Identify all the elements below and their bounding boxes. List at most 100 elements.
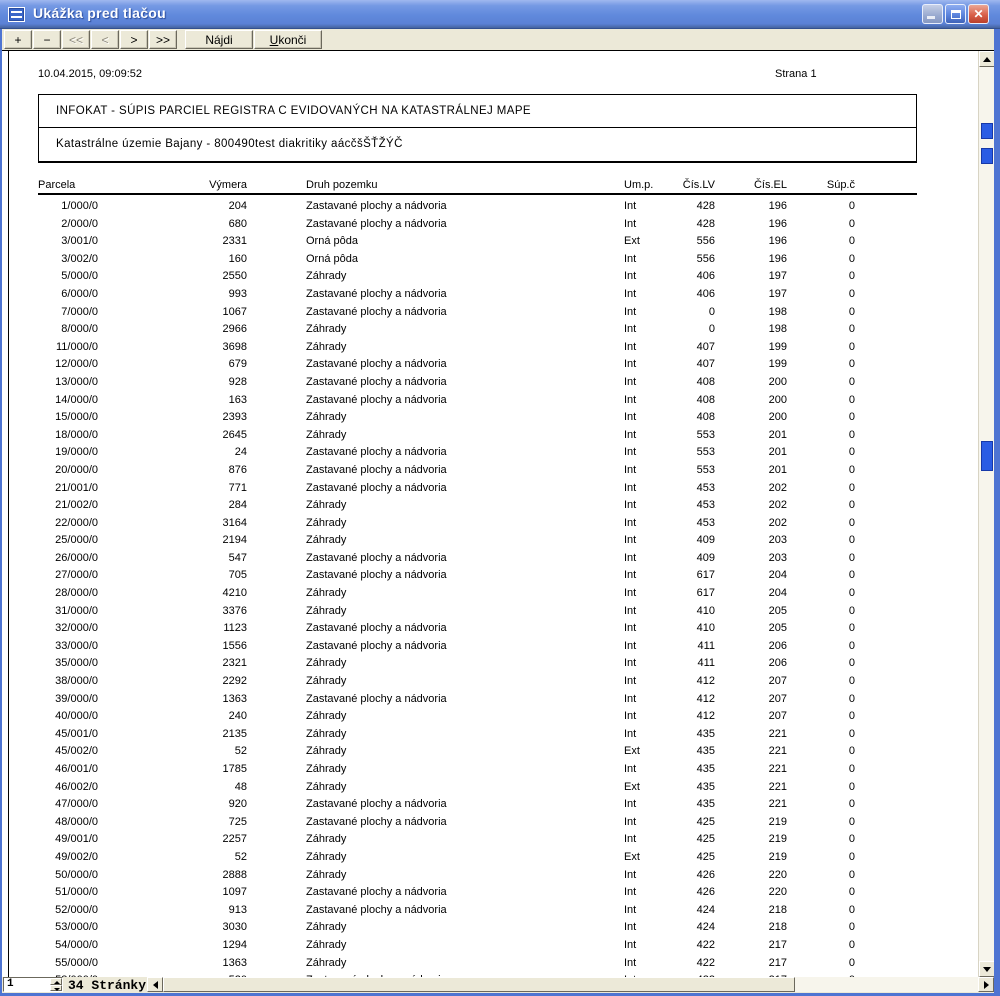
cell: Int	[624, 814, 669, 832]
table-row: 14/000/0163Zastavané plochy a nádvoriaIn…	[9, 392, 978, 410]
cell: 221	[739, 726, 787, 744]
cell: Záhrady	[306, 427, 626, 445]
cell: 2888	[137, 867, 247, 885]
horizontal-scrollbar[interactable]	[147, 977, 994, 992]
vertical-scrollbar[interactable]	[978, 51, 994, 977]
cell: 425	[667, 831, 715, 849]
scroll-down-button[interactable]	[979, 961, 995, 977]
cell: Zastavané plochy a nádvoria	[306, 198, 626, 216]
zoom-out-button[interactable]: −	[33, 30, 61, 49]
cell: 435	[667, 779, 715, 797]
report-page: 10.04.2015, 09:09:52 Strana 1 INFOKAT - …	[8, 51, 978, 977]
cell: 221	[739, 779, 787, 797]
cell: 46/001/0	[28, 761, 98, 779]
cell: Ext	[624, 743, 669, 761]
table-row: 46/002/048ZáhradyExt4352210	[9, 779, 978, 797]
cell: 201	[739, 427, 787, 445]
cell: 1123	[137, 620, 247, 638]
table-row: 22/000/03164ZáhradyInt4532020	[9, 515, 978, 533]
scroll-left-button[interactable]	[147, 977, 163, 992]
zoom-in-button[interactable]: +	[4, 30, 32, 49]
cell: 40/000/0	[28, 708, 98, 726]
cell: 426	[667, 884, 715, 902]
cell: 46/002/0	[28, 779, 98, 797]
cell: 410	[667, 603, 715, 621]
cell: Int	[624, 409, 669, 427]
table-row: 5/000/02550ZáhradyInt4061970	[9, 268, 978, 286]
cell: 0	[815, 304, 855, 322]
cell: 409	[667, 550, 715, 568]
cell: Int	[624, 567, 669, 585]
cell: 428	[667, 216, 715, 234]
spin-down-button[interactable]	[50, 985, 62, 992]
next-page-button[interactable]: >	[120, 30, 148, 49]
cell: 0	[815, 884, 855, 902]
cell: 218	[739, 902, 787, 920]
titlebar[interactable]: Ukážka pred tlačou ✕	[0, 0, 1000, 29]
cell: 12/000/0	[28, 356, 98, 374]
cell: Int	[624, 655, 669, 673]
cell: 3698	[137, 339, 247, 357]
cell: 0	[815, 603, 855, 621]
cell: 45/001/0	[28, 726, 98, 744]
report-title: INFOKAT - SÚPIS PARCIEL REGISTRA C EVIDO…	[39, 95, 916, 128]
cell: 2292	[137, 673, 247, 691]
cell: Int	[624, 708, 669, 726]
cell: 1363	[137, 955, 247, 973]
cell: 435	[667, 796, 715, 814]
cell: 0	[815, 691, 855, 709]
cell: 409	[667, 532, 715, 550]
cell: Int	[624, 620, 669, 638]
table-row: 35/000/02321ZáhradyInt4112060	[9, 655, 978, 673]
cell: 3/001/0	[28, 233, 98, 251]
cell: Ext	[624, 849, 669, 867]
close-button[interactable]: ✕	[968, 4, 989, 24]
cell: 219	[739, 849, 787, 867]
table-row: 39/000/01363Zastavané plochy a nádvoriaI…	[9, 691, 978, 709]
table-row: 55/000/01363ZáhradyInt4222170	[9, 955, 978, 973]
scroll-right-button[interactable]	[978, 977, 994, 992]
cell: 160	[137, 251, 247, 269]
prev-page-button: <	[91, 30, 119, 49]
cell: 0	[815, 198, 855, 216]
cell: Ext	[624, 779, 669, 797]
cell: Zastavané plochy a nádvoria	[306, 462, 626, 480]
cell: 202	[739, 515, 787, 533]
table-row: 15/000/02393ZáhradyInt4082000	[9, 409, 978, 427]
table-row: 2/000/0680Zastavané plochy a nádvoriaInt…	[9, 216, 978, 234]
cell: 13/000/0	[28, 374, 98, 392]
cell: 428	[667, 198, 715, 216]
cell: 218	[739, 919, 787, 937]
cell: 1294	[137, 937, 247, 955]
cell: 200	[739, 392, 787, 410]
quit-button[interactable]: Ukonči	[254, 30, 322, 49]
cell: 617	[667, 585, 715, 603]
column-header: Čís.LV	[667, 179, 715, 192]
cell: Záhrady	[306, 761, 626, 779]
find-button[interactable]: Nájdi	[185, 30, 253, 49]
cell: 219	[739, 814, 787, 832]
cell: Int	[624, 761, 669, 779]
page-number-input[interactable]: 1	[3, 977, 63, 992]
cell: Zastavané plochy a nádvoria	[306, 620, 626, 638]
table-row: 28/000/04210ZáhradyInt6172040	[9, 585, 978, 603]
maximize-button[interactable]	[945, 4, 966, 24]
cell: Záhrady	[306, 585, 626, 603]
cell: 221	[739, 796, 787, 814]
cell: 0	[815, 356, 855, 374]
cell: 196	[739, 233, 787, 251]
cell: 7/000/0	[28, 304, 98, 322]
last-page-button[interactable]: >>	[149, 30, 177, 49]
scroll-up-button[interactable]	[979, 51, 995, 67]
cell: 0	[815, 638, 855, 656]
cell: 0	[815, 286, 855, 304]
scrollbar-thumb[interactable]	[163, 977, 795, 992]
cell: Zastavané plochy a nádvoria	[306, 480, 626, 498]
table-header: ParcelaVýmeraDruh pozemkuUm.p.Čís.LVČís.…	[9, 179, 978, 192]
cell: 0	[815, 392, 855, 410]
table-row: 46/001/01785ZáhradyInt4352210	[9, 761, 978, 779]
cell: 1/000/0	[28, 198, 98, 216]
minimize-button[interactable]	[922, 4, 943, 24]
cell: Záhrady	[306, 497, 626, 515]
cell: 0	[815, 655, 855, 673]
